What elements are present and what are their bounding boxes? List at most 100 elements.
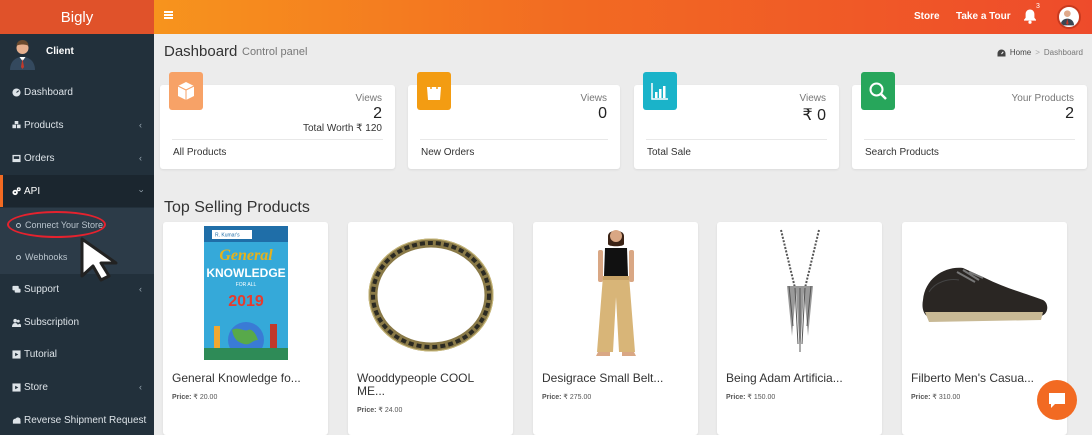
price-value: ₹ 24.00: [378, 407, 403, 414]
inbox-icon: [12, 154, 21, 162]
sidebar-item-tutorial[interactable]: Tutorial: [0, 338, 154, 370]
bell-icon[interactable]: [1023, 8, 1037, 24]
shopping-bag-icon: [427, 82, 441, 100]
card-footer-link[interactable]: All Products: [173, 147, 226, 158]
sidebar-user-panel: Client: [0, 34, 154, 74]
product-card[interactable]: Being Adam Artificia... Price: ₹ 150.00: [717, 222, 882, 435]
breadcrumb-home-link[interactable]: Home: [1010, 48, 1031, 57]
bar-chart-icon: [651, 83, 668, 100]
sidebar-item-label: Products: [24, 119, 64, 131]
price-value: ₹ 310.00: [932, 394, 961, 401]
price-label: Price:: [911, 394, 931, 401]
product-name[interactable]: Being Adam Artificia...: [726, 372, 874, 385]
card-footer-link[interactable]: New Orders: [421, 147, 474, 158]
breadcrumb: Home > Dashboard: [997, 48, 1083, 57]
card-divider: [172, 139, 383, 140]
highlight-annotation-oval: [7, 211, 106, 238]
product-image[interactable]: [912, 226, 1057, 360]
stat-card-search-products[interactable]: Your Products 2 Search Products: [852, 72, 1087, 169]
product-name[interactable]: Wooddypeople COOL ME...: [357, 372, 505, 398]
chevron-left-icon: ‹: [139, 382, 142, 392]
user-avatar[interactable]: [1057, 5, 1081, 29]
price-label: Price:: [726, 394, 746, 401]
sidebar-user-name: Client: [46, 46, 74, 57]
chevron-left-icon: ‹: [139, 120, 142, 130]
card-label: Your Products: [1011, 93, 1074, 104]
sidebar-item-subscription[interactable]: Subscription: [0, 306, 154, 338]
price-label: Price:: [172, 394, 192, 401]
sidebar-item-products[interactable]: Products ‹: [0, 109, 154, 141]
price-label: Price:: [357, 407, 377, 414]
product-name[interactable]: Filberto Men's Casua...: [911, 372, 1059, 385]
stat-card-all-products[interactable]: Views 2 Total Worth ₹ 120 All Products: [160, 72, 395, 169]
dashboard-icon: [997, 49, 1006, 56]
card-divider: [864, 139, 1075, 140]
card-footer-link[interactable]: Total Sale: [647, 147, 691, 158]
product-image[interactable]: [727, 226, 872, 360]
card-icon-box: [417, 72, 451, 110]
product-price: Price: ₹ 150.00: [726, 393, 775, 401]
sidebar-item-api[interactable]: API ‹: [0, 175, 154, 207]
top-navbar: Store Take a Tour 3: [154, 0, 1092, 34]
product-price: Price: ₹ 310.00: [911, 393, 960, 401]
product-image[interactable]: [358, 226, 503, 360]
price-value: ₹ 20.00: [193, 394, 218, 401]
notification-count: 3: [1036, 3, 1040, 10]
section-title: Top Selling Products: [164, 199, 310, 216]
app-logo[interactable]: Bigly: [0, 0, 154, 34]
sidebar-item-label: API: [24, 185, 41, 197]
book-title-line1: General: [219, 247, 273, 264]
sidebar-item-label: Orders: [24, 152, 55, 164]
mouse-pointer-icon: [80, 237, 118, 282]
cube-icon: [177, 82, 195, 100]
sidebar-item-store[interactable]: Store ‹: [0, 371, 154, 403]
price-value: ₹ 150.00: [747, 394, 776, 401]
product-name[interactable]: General Knowledge fo...: [172, 372, 320, 385]
breadcrumb-current: Dashboard: [1043, 48, 1083, 57]
sidebar-item-support[interactable]: Support ‹: [0, 273, 154, 305]
sidebar-subitem-webhooks[interactable]: Webhooks: [16, 252, 67, 262]
product-price: Price: ₹ 24.00: [357, 406, 402, 414]
store-link[interactable]: Store: [914, 11, 940, 22]
product-card[interactable]: R. Kumar's General KNOWLEDGE FOR ALL 201…: [163, 222, 328, 435]
user-avatar-icon: [10, 40, 35, 70]
play-icon: [12, 349, 21, 359]
sidebar-item-label: Support: [24, 283, 60, 295]
card-value: 0: [598, 105, 607, 122]
card-total-worth: Total Worth ₹ 120: [303, 123, 382, 134]
card-footer-link[interactable]: Search Products: [865, 147, 939, 158]
card-label: Views: [355, 93, 383, 104]
dashboard-icon: [12, 87, 21, 97]
store-icon: [12, 382, 21, 392]
sidebar-item-dashboard[interactable]: Dashboard: [0, 76, 154, 108]
cubes-icon: [12, 120, 21, 128]
card-icon-box: [169, 72, 203, 110]
product-image[interactable]: R. Kumar's General KNOWLEDGE FOR ALL 201…: [173, 226, 318, 360]
sidebar-item-label: Reverse Shipment Request: [24, 414, 147, 426]
product-image[interactable]: [543, 226, 688, 360]
product-card[interactable]: Wooddypeople COOL ME... Price: ₹ 24.00: [348, 222, 513, 435]
stat-card-new-orders[interactable]: Views 0 New Orders: [408, 72, 620, 169]
product-card[interactable]: Desigrace Small Belt... Price: ₹ 275.00: [533, 222, 698, 435]
product-price: Price: ₹ 275.00: [542, 393, 591, 401]
sidebar-item-orders[interactable]: Orders ‹: [0, 142, 154, 174]
comments-icon: [12, 285, 21, 293]
chat-widget-button[interactable]: [1037, 380, 1077, 420]
menu-toggle-icon[interactable]: [164, 11, 173, 19]
stat-card-total-sale[interactable]: Views ₹ 0 Total Sale: [634, 72, 839, 169]
card-divider: [646, 139, 827, 140]
card-value: ₹ 0: [802, 107, 826, 124]
product-name[interactable]: Desigrace Small Belt...: [542, 372, 690, 385]
sidebar-item-reverse-shipment[interactable]: Reverse Shipment Request: [0, 404, 154, 435]
book-year: 2019: [228, 293, 264, 310]
chain-bracelet-image: [368, 238, 493, 352]
page-subtitle: Control panel: [242, 46, 308, 58]
card-label: Views: [799, 93, 827, 104]
take-tour-link[interactable]: Take a Tour: [956, 11, 1011, 22]
card-value: 2: [1065, 105, 1074, 122]
card-icon-box: [643, 72, 677, 110]
book-cover-image: R. Kumar's General KNOWLEDGE FOR ALL 201…: [203, 226, 288, 360]
breadcrumb-separator: >: [1035, 48, 1040, 57]
page-title: Dashboard: [164, 43, 238, 60]
users-icon: [12, 318, 21, 327]
